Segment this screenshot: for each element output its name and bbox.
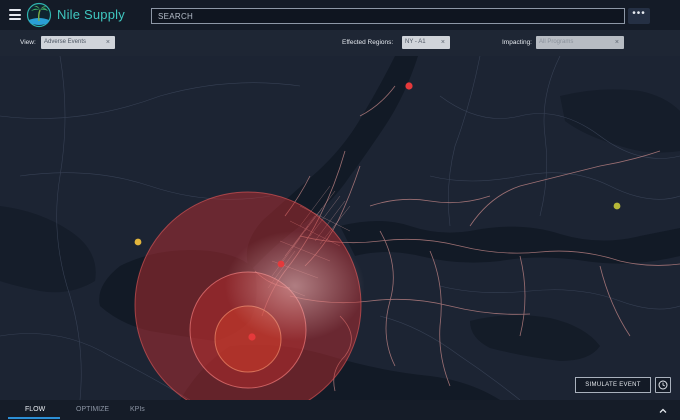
tab-flow[interactable]: FLOW <box>25 406 45 413</box>
impacting-filter-value: All Programs <box>539 39 574 45</box>
history-button[interactable] <box>655 377 671 393</box>
impacting-label: Impacting: <box>502 39 532 46</box>
search-input[interactable] <box>151 8 625 24</box>
manhattan-event-marker[interactable] <box>277 260 285 268</box>
more-options-button[interactable]: ••• <box>628 8 650 24</box>
regions-label: Effected Regions: <box>342 39 394 46</box>
simulate-event-button[interactable]: SIMULATE EVENT <box>575 377 651 393</box>
regions-filter-chip[interactable]: NY - A1 × <box>402 36 450 49</box>
city-glow <box>225 231 365 341</box>
north-event-marker[interactable] <box>405 82 413 90</box>
regions-filter-value: NY - A1 <box>405 39 426 45</box>
tab-optimize[interactable]: OPTIMIZE <box>76 406 109 413</box>
view-label: View: <box>20 39 36 46</box>
impacting-filter-chip[interactable]: All Programs × <box>536 36 624 49</box>
remove-regions-filter-icon[interactable]: × <box>441 36 445 49</box>
filter-bar: View: Adverse Events × Effected Regions:… <box>0 30 680 56</box>
hamburger-menu-icon[interactable] <box>9 9 21 20</box>
epicenter-event-marker[interactable] <box>248 333 256 341</box>
tab-kpis[interactable]: KPIs <box>130 406 145 413</box>
east-event-marker[interactable] <box>613 202 621 210</box>
top-bar: Nile Supply ••• <box>0 0 680 30</box>
view-filter-chip[interactable]: Adverse Events × <box>41 36 115 49</box>
active-tab-indicator <box>8 417 60 419</box>
clock-icon <box>658 380 668 390</box>
remove-impacting-filter-icon[interactable]: × <box>615 36 619 49</box>
palm-tree-logo <box>26 2 52 28</box>
bottom-tab-bar: FLOW OPTIMIZE KPIs <box>0 400 680 420</box>
brand-name: Nile Supply <box>57 7 125 22</box>
map-canvas[interactable] <box>0 56 680 400</box>
map-view[interactable] <box>0 56 680 400</box>
remove-view-filter-icon[interactable]: × <box>106 36 110 49</box>
view-filter-value: Adverse Events <box>44 39 87 45</box>
west-event-marker[interactable] <box>134 238 142 246</box>
chevron-up-icon[interactable] <box>659 407 667 415</box>
